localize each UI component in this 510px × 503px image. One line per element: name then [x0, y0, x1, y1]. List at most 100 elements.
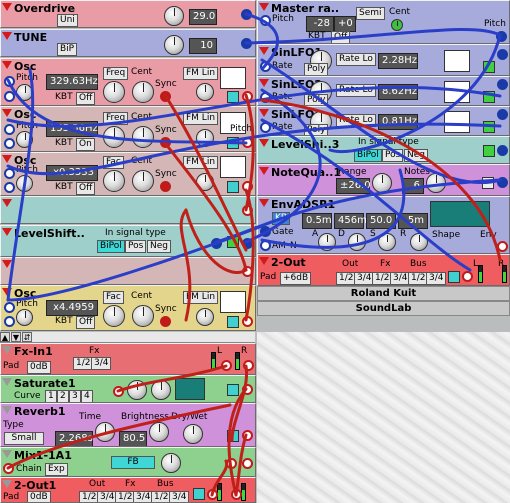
- fm-in-jack[interactable]: [4, 182, 15, 193]
- l-out-jack[interactable]: [221, 360, 232, 371]
- kbt-toggle[interactable]: Off: [76, 92, 96, 105]
- freq-knob[interactable]: [103, 81, 125, 103]
- range-knob[interactable]: [372, 173, 392, 193]
- drywet-knob[interactable]: [183, 424, 203, 444]
- resize-icon[interactable]: ⇵: [22, 332, 32, 342]
- pad-button[interactable]: +6dB: [280, 272, 312, 285]
- in-jack[interactable]: [113, 386, 124, 397]
- mute-button[interactable]: [227, 91, 239, 103]
- cent-knob[interactable]: [391, 19, 403, 31]
- mute-button[interactable]: [483, 145, 495, 157]
- collapse-icon[interactable]: [259, 139, 269, 147]
- mute-button[interactable]: [227, 236, 239, 248]
- waveform-selector[interactable]: [444, 81, 470, 103]
- out-jack[interactable]: [497, 49, 508, 60]
- cent-knob[interactable]: [132, 81, 154, 103]
- amount-knob[interactable]: [151, 380, 171, 400]
- rate-mode-button[interactable]: Rate Lo: [336, 53, 376, 66]
- sync-jack[interactable]: [160, 316, 171, 327]
- r-out-jack[interactable]: [243, 360, 254, 371]
- mode-button[interactable]: BiP: [57, 43, 78, 56]
- collapse-icon[interactable]: [2, 32, 12, 40]
- rate-in-jack[interactable]: [260, 122, 271, 133]
- value-knob[interactable]: [164, 6, 184, 26]
- rate-in-jack[interactable]: [260, 92, 271, 103]
- neg-button[interactable]: Neg: [404, 149, 428, 162]
- out-jack[interactable]: [242, 137, 253, 148]
- pitch-in-jack[interactable]: [4, 302, 15, 313]
- sustain-knob[interactable]: [378, 233, 396, 251]
- kb-button[interactable]: KB: [272, 212, 291, 225]
- freq-knob[interactable]: [103, 305, 125, 327]
- fac-button[interactable]: Fac: [103, 291, 124, 304]
- waveform-selector[interactable]: [220, 291, 246, 313]
- collapse-icon[interactable]: [2, 450, 12, 458]
- out-jack[interactable]: [241, 38, 252, 49]
- collapse-icon[interactable]: [2, 228, 12, 236]
- freq-button[interactable]: Freq: [103, 112, 129, 125]
- r-in-jack[interactable]: [231, 489, 242, 500]
- waveform-selector[interactable]: [220, 67, 246, 89]
- out-jack[interactable]: [242, 91, 253, 102]
- in-jack[interactable]: [211, 238, 222, 249]
- collapse-icon[interactable]: [2, 3, 12, 11]
- l-in-jack[interactable]: [462, 271, 473, 282]
- out-jack[interactable]: [242, 384, 253, 395]
- up-arrow-icon[interactable]: ▲: [0, 332, 10, 342]
- kbt-toggle[interactable]: Off: [76, 316, 96, 329]
- sync-jack[interactable]: [160, 181, 171, 192]
- mute-button[interactable]: [193, 488, 205, 500]
- sync-jack[interactable]: [160, 137, 171, 148]
- rate-mode-button[interactable]: Rate Lo: [336, 84, 376, 97]
- in-jack[interactable]: [226, 458, 237, 469]
- env-out-jack[interactable]: [497, 241, 508, 252]
- fm-mode-button[interactable]: FM Lin: [183, 112, 219, 125]
- curve-3-button[interactable]: 3: [69, 390, 81, 402]
- freq-knob[interactable]: [103, 126, 125, 148]
- collapse-icon[interactable]: [2, 61, 12, 69]
- mute-button[interactable]: [227, 384, 239, 396]
- release-knob[interactable]: [410, 233, 428, 251]
- cent-knob[interactable]: [132, 305, 154, 327]
- collapse-icon[interactable]: [2, 346, 12, 354]
- mute-button[interactable]: [482, 177, 494, 189]
- fm-knob[interactable]: [196, 308, 214, 326]
- drive-knob[interactable]: [127, 380, 147, 400]
- in-jack[interactable]: [242, 266, 253, 277]
- collapse-icon[interactable]: [259, 47, 269, 55]
- fm-in-jack[interactable]: [4, 138, 15, 149]
- mute-button[interactable]: [227, 137, 239, 149]
- level-knob[interactable]: [161, 453, 181, 473]
- cent-knob[interactable]: [132, 170, 154, 192]
- decay-knob[interactable]: [348, 233, 366, 251]
- collapse-icon[interactable]: [2, 109, 12, 117]
- collapse-icon[interactable]: [2, 155, 12, 163]
- pitch-out-jack[interactable]: [496, 31, 507, 42]
- down-arrow-icon[interactable]: ▼: [11, 332, 21, 342]
- pad-button[interactable]: 0dB: [27, 491, 51, 502]
- out-jack[interactable]: [242, 316, 253, 327]
- curve-4-button[interactable]: 4: [81, 390, 93, 402]
- rate-mode-button[interactable]: Rate Lo: [336, 114, 376, 127]
- freq-button[interactable]: Freq: [103, 67, 129, 80]
- fx-34-button[interactable]: 3/4: [91, 357, 112, 370]
- mute-button[interactable]: [227, 181, 239, 193]
- fm-in-jack[interactable]: [4, 316, 15, 327]
- l-in-jack[interactable]: [207, 489, 218, 500]
- kbt-toggle[interactable]: On: [76, 138, 95, 151]
- fm-in-jack[interactable]: [4, 91, 15, 102]
- semi-button[interactable]: Semi: [356, 7, 385, 20]
- collapse-icon[interactable]: [259, 199, 269, 207]
- poly-button[interactable]: Poly: [304, 124, 329, 135]
- pos-button[interactable]: Pos: [382, 149, 404, 162]
- poly-button[interactable]: Poly: [304, 63, 329, 75]
- out-jack[interactable]: [242, 238, 253, 249]
- gate-jack[interactable]: [260, 226, 271, 237]
- waveform-selector[interactable]: [444, 50, 470, 72]
- sync-jack[interactable]: [160, 91, 171, 102]
- waveform-selector[interactable]: [444, 111, 470, 133]
- mute-button[interactable]: [483, 91, 495, 103]
- collapse-icon[interactable]: [2, 406, 12, 414]
- collapse-icon[interactable]: [2, 199, 12, 207]
- pitch-knob[interactable]: [16, 84, 33, 101]
